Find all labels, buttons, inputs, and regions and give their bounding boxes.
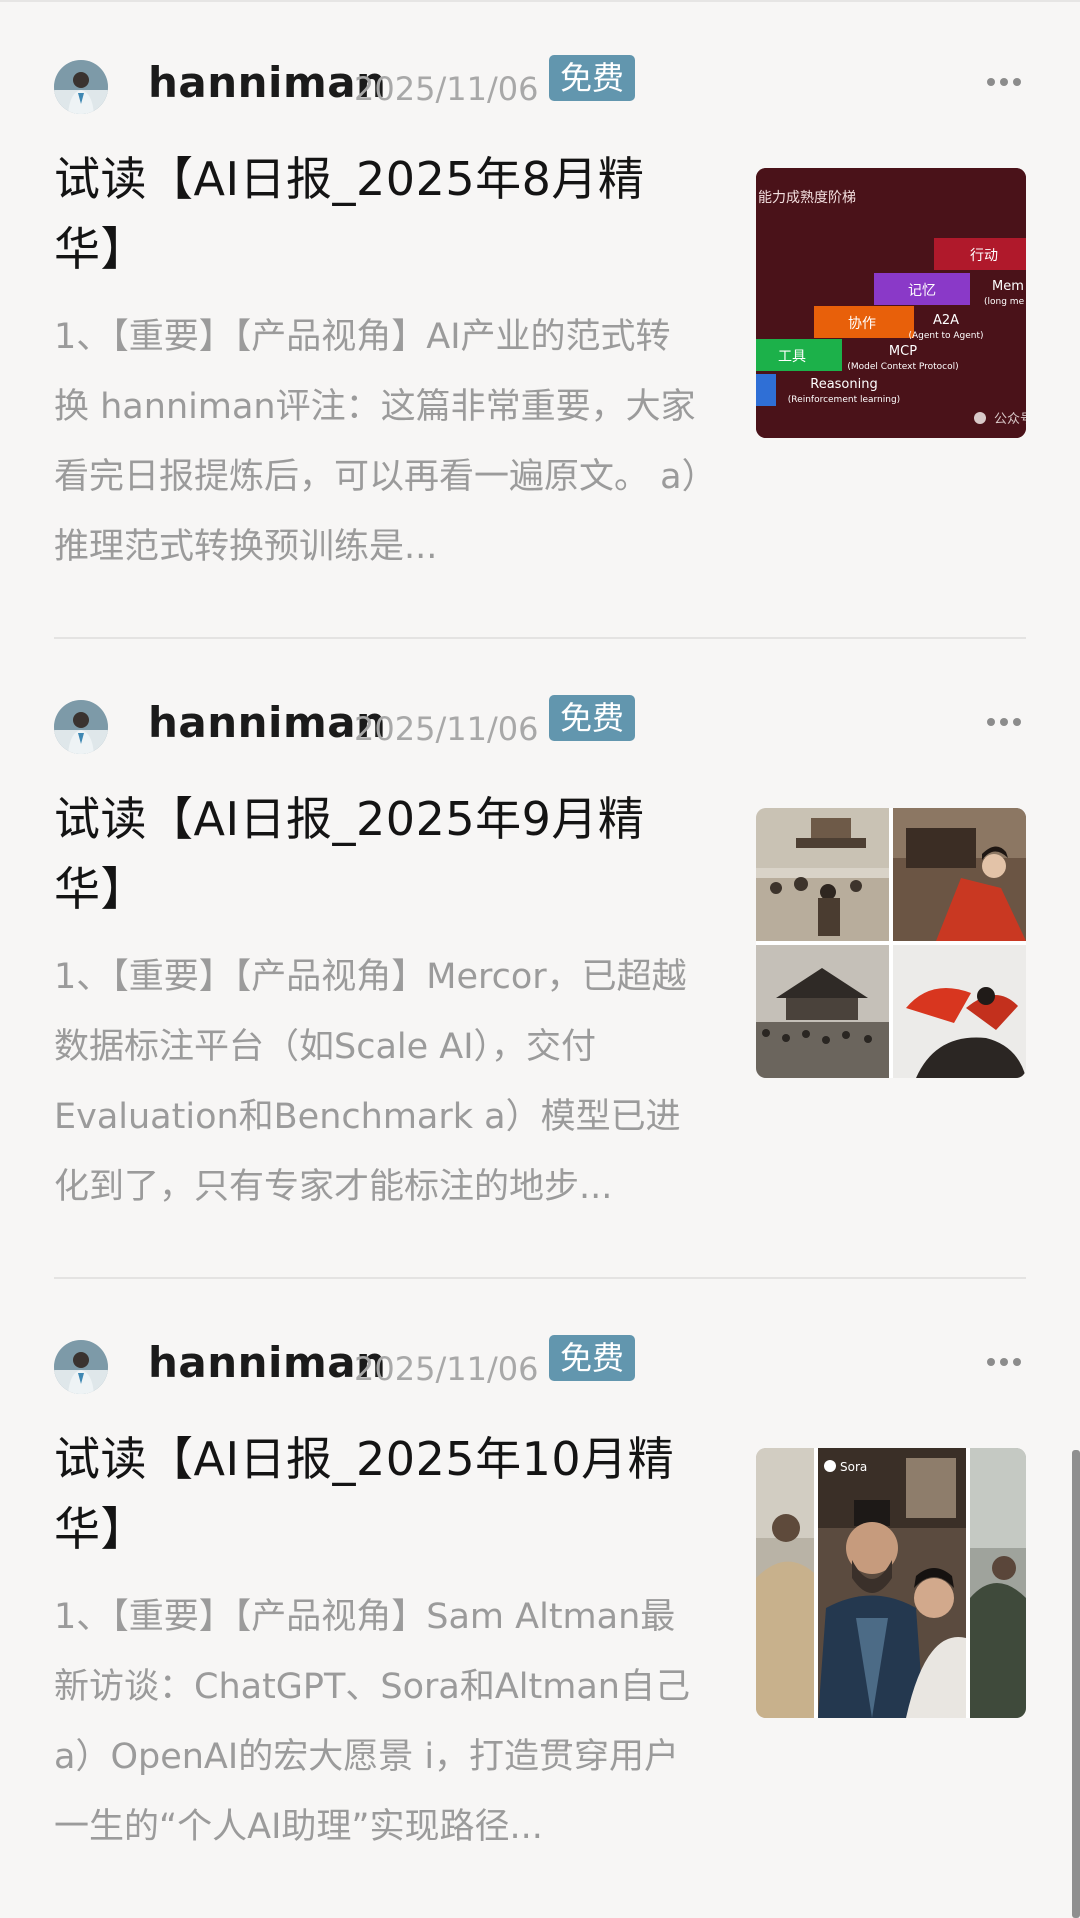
ladder-step-label: 工具 [778, 349, 806, 365]
free-badge: 免费 [549, 695, 635, 741]
author-avatar[interactable] [54, 60, 108, 114]
post-card[interactable]: hanniman 2025/11/06 免费 试读【AI日报_2025年9月精华… [54, 692, 1026, 1332]
post-title[interactable]: 试读【AI日报_2025年10月精华】 [54, 1424, 684, 1564]
author-name[interactable]: hanniman [148, 1332, 386, 1394]
sora-tag: Sora [840, 1460, 867, 1474]
more-horizontal-icon[interactable] [982, 62, 1026, 102]
post-summary[interactable]: 1、【重要】【产品视角】Sam Altman最新访谈：ChatGPT、Sora和… [54, 1582, 704, 1862]
ladder-step-label: 行动 [970, 248, 998, 264]
post-date: 2025/11/06 [354, 1350, 539, 1388]
post-divider [54, 637, 1026, 639]
post-header: hanniman 2025/11/06 免费 [54, 1332, 1026, 1394]
post-card[interactable]: hanniman 2025/11/06 免费 试读【AI日报_2025年8月精华… [54, 52, 1026, 692]
ladder-caption-sub: (Model Context Protocol) [847, 362, 958, 372]
ladder-step-label: 协作 [848, 316, 876, 332]
ladder-heading: 能力成熟度阶梯 [758, 190, 856, 206]
post-summary[interactable]: 1、【重要】【产品视角】AI产业的范式转换 hanniman评注：这篇非常重要，… [54, 302, 704, 582]
thumbnail-watermark: 公众号 [994, 412, 1026, 427]
ladder-caption: MCP [889, 344, 917, 359]
more-horizontal-icon[interactable] [982, 1342, 1026, 1382]
post-date: 2025/11/06 [354, 70, 539, 108]
post-divider [54, 1277, 1026, 1279]
top-divider [0, 0, 1080, 2]
ladder-caption: Reasoning [810, 377, 877, 392]
post-thumbnail[interactable] [756, 808, 1026, 1078]
post-summary[interactable]: 1、【重要】【产品视角】Mercor，已超越数据标注平台（如Scale AI），… [54, 942, 704, 1222]
free-badge: 免费 [549, 1335, 635, 1381]
post-title[interactable]: 试读【AI日报_2025年9月精华】 [54, 784, 684, 924]
ladder-caption-sub: (Reinforcement learning) [788, 395, 900, 405]
author-name[interactable]: hanniman [148, 52, 386, 114]
more-horizontal-icon[interactable] [982, 702, 1026, 742]
post-thumbnail[interactable]: 能力成熟度阶梯 行动 记忆 协作 工具 Mem (long me A2A (Ag… [756, 168, 1026, 438]
post-card[interactable]: hanniman 2025/11/06 免费 试读【AI日报_2025年10月精… [54, 1332, 1026, 1918]
free-badge: 免费 [549, 55, 635, 101]
scrollbar[interactable] [1072, 1450, 1080, 1918]
ladder-step-label: 记忆 [908, 283, 936, 299]
author-name[interactable]: hanniman [148, 692, 386, 754]
post-thumbnail[interactable]: Sora [756, 1448, 1026, 1718]
ladder-caption: A2A [933, 313, 959, 328]
ladder-caption-sub: (long me [984, 297, 1025, 307]
post-header: hanniman 2025/11/06 免费 [54, 692, 1026, 754]
ladder-caption: Mem [992, 279, 1024, 294]
author-avatar[interactable] [54, 1340, 108, 1394]
post-header: hanniman 2025/11/06 免费 [54, 52, 1026, 114]
author-avatar[interactable] [54, 700, 108, 754]
post-date: 2025/11/06 [354, 710, 539, 748]
post-title[interactable]: 试读【AI日报_2025年8月精华】 [54, 144, 684, 284]
feed-page: hanniman 2025/11/06 免费 试读【AI日报_2025年8月精华… [0, 0, 1080, 1918]
ladder-caption-sub: (Agent to Agent) [908, 331, 983, 341]
